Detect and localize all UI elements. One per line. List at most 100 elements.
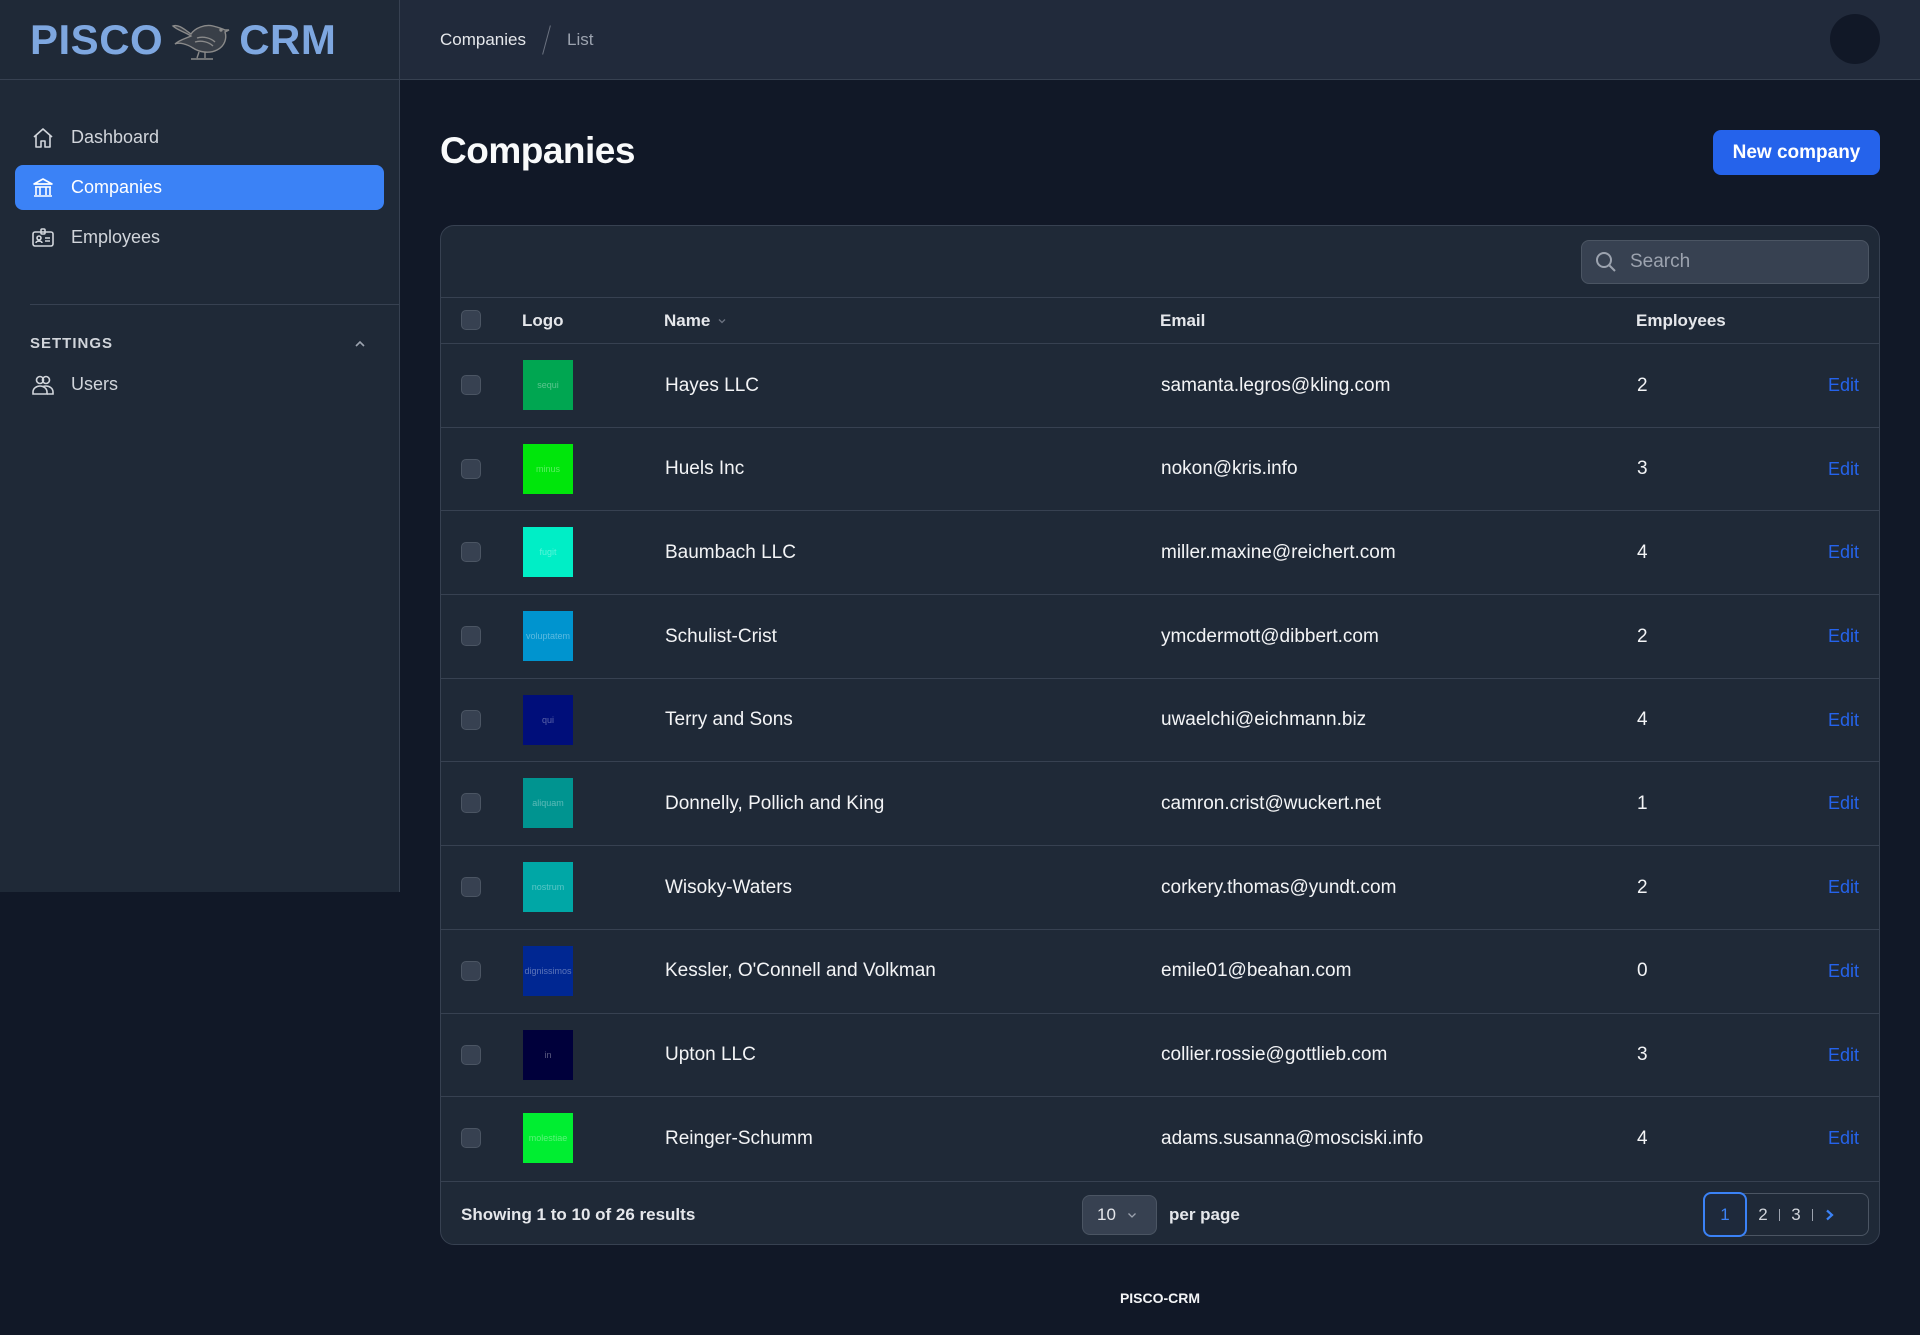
row-checkbox[interactable] [461,1044,481,1065]
edit-link[interactable]: Edit [1828,428,1859,511]
edit-link[interactable]: Edit [1828,1097,1859,1180]
top-header: Companies List [400,0,1920,80]
select-all-checkbox[interactable] [461,310,481,330]
company-email: samanta.legros@kling.com [1161,374,1391,396]
chevron-down-icon [1127,1213,1136,1218]
company-logo: molestiae [523,1113,573,1164]
new-company-button[interactable]: New company [1713,130,1880,175]
row-checkbox[interactable] [461,709,481,730]
next-page-button[interactable] [1813,1193,1845,1236]
company-email: corkery.thomas@yundt.com [1161,876,1397,898]
table-header: Logo Name Email Employees [441,298,1879,344]
users-icon [32,375,54,395]
edit-link[interactable]: Edit [1828,344,1859,427]
company-logo: fugit [523,527,573,578]
company-name: Wisoky-Waters [665,876,793,898]
table-row: minus Huels Inc nokon@kris.info 3 Edit [441,428,1879,512]
sidebar-item-label: Companies [71,177,163,197]
column-name[interactable]: Name [664,311,728,331]
row-checkbox[interactable] [461,877,481,898]
table-row: fugit Baumbach LLC miller.maxine@reichert.… [441,511,1879,596]
row-checkbox[interactable] [461,1128,481,1149]
breadcrumb-current: List [567,29,594,49]
row-checkbox[interactable] [461,793,481,814]
sort-chevron-down-icon [718,318,726,323]
company-email: camron.crist@wuckert.net [1161,792,1381,814]
edit-link[interactable]: Edit [1828,762,1859,845]
company-logo: nostrum [523,862,573,913]
per-page-label: per page [1169,1204,1240,1224]
sidebar-item-companies[interactable]: Companies [15,165,384,210]
company-logo: in [523,1029,573,1080]
breadcrumb-separator [542,24,551,55]
building-icon [33,177,53,197]
edit-link[interactable]: Edit [1828,846,1859,929]
table-row: voluptatem Schulist-Crist ymcdermott@dibbe… [441,595,1879,679]
table-toolbar [441,226,1879,298]
sidebar-item-users[interactable]: Users [15,362,384,407]
companies-table-card: Logo Name Email Employees sequi Hayes LLC… [440,225,1880,1245]
row-checkbox[interactable] [461,960,481,981]
breadcrumb-companies[interactable]: Companies [440,30,526,50]
company-email: emile01@beahan.com [1161,960,1352,982]
sidebar: PISCO CRM Dashboard Companies Employees … [0,0,400,892]
bird-icon [171,24,230,60]
brand-left: PISCO [30,15,164,63]
row-checkbox[interactable] [461,626,481,647]
company-employees: 4 [1637,709,1648,731]
table-row: sequi Hayes LLC samanta.legros@kling.com 2 E… [441,344,1879,428]
company-employees: 2 [1637,625,1648,647]
row-checkbox[interactable] [461,458,481,479]
edit-link[interactable]: Edit [1828,1014,1859,1097]
search-input[interactable] [1630,251,1850,273]
column-logo: Logo [522,310,564,330]
table-row: aliquam Donnelly, Pollich and King camron.… [441,762,1879,847]
company-email: uwaelchi@eichmann.biz [1161,709,1367,731]
edit-link[interactable]: Edit [1828,595,1859,678]
per-page-value: 10 [1097,1205,1116,1224]
company-logo: voluptatem [523,611,573,662]
company-email: adams.susanna@mosciski.info [1161,1127,1424,1149]
table-row: molestiae Reinger-Schumm adams.susanna@mos… [441,1097,1879,1181]
sidebar-item-dashboard[interactable]: Dashboard [15,115,384,160]
id-card-icon [32,227,54,247]
page-2-button[interactable]: 2 [1747,1193,1779,1236]
brand-logo[interactable]: PISCO CRM [0,0,399,80]
column-email: Email [1160,310,1206,330]
company-logo: sequi [523,360,573,410]
sidebar-item-label: Users [71,374,119,394]
search-icon [1596,252,1616,272]
chevron-up-icon [355,340,365,347]
page-3-button[interactable]: 3 [1780,1193,1812,1236]
company-name: Schulist-Crist [665,625,777,647]
row-checkbox[interactable] [461,542,481,563]
chevron-right-icon [1826,1209,1834,1220]
company-employees: 3 [1637,1044,1648,1065]
company-logo: aliquam [523,778,573,829]
company-employees: 4 [1637,1127,1648,1149]
brand-right: CRM [239,15,337,63]
company-name: Terry and Sons [665,709,793,731]
sidebar-item-employees[interactable]: Employees [15,215,384,260]
company-name: Huels Inc [665,458,745,480]
per-page-select[interactable]: 10 [1082,1195,1157,1235]
edit-link[interactable]: Edit [1828,930,1859,1013]
page-title: Companies [440,130,635,171]
sidebar-item-label: Dashboard [71,127,160,147]
settings-section-toggle[interactable]: SETTINGS [0,305,399,352]
company-logo: dignissimos [523,945,573,996]
company-name: Baumbach LLC [665,541,796,563]
company-name: Kessler, O'Connell and Volkman [665,960,936,982]
search-field[interactable] [1581,240,1869,284]
edit-link[interactable]: Edit [1828,511,1859,594]
row-checkbox[interactable] [461,375,481,395]
table-row: in Upton LLC collier.rossie@gottlieb.com 3 E… [441,1014,1879,1098]
user-avatar[interactable] [1830,14,1880,64]
edit-link[interactable]: Edit [1828,679,1859,762]
company-name: Donnelly, Pollich and King [665,792,885,814]
page-1-button[interactable]: 1 [1703,1192,1747,1237]
page-footer: PISCO-CRM [1119,1290,1201,1306]
company-employees: 4 [1637,541,1648,563]
company-logo: qui [523,694,573,745]
company-logo: minus [523,443,573,494]
